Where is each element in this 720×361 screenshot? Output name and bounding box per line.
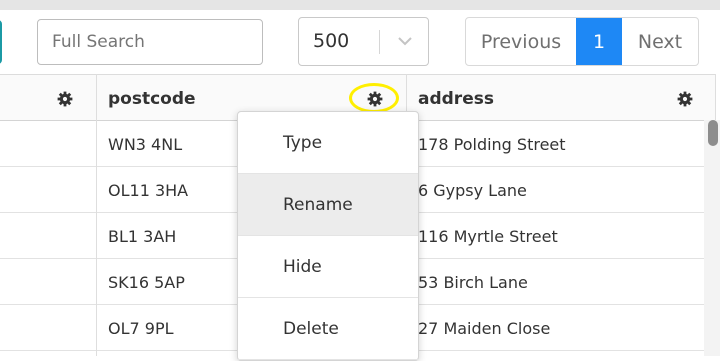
page-size-select[interactable]: 500	[298, 17, 429, 66]
previous-page-button[interactable]: Previous	[466, 18, 576, 65]
search-input[interactable]	[37, 19, 263, 65]
address-cell[interactable]: 27 Maiden Close	[418, 305, 550, 351]
postcode-cell[interactable]: BL1 3AH	[108, 213, 176, 259]
column-divider[interactable]	[96, 74, 97, 356]
menu-item-rename[interactable]: Rename	[238, 174, 418, 236]
gear-icon[interactable]	[677, 91, 693, 107]
gear-highlight-ring	[349, 83, 399, 113]
next-page-button[interactable]: Next	[622, 18, 698, 65]
menu-item-delete[interactable]: Delete	[238, 298, 418, 360]
page-size-value: 500	[313, 30, 350, 52]
scrollbar-thumb[interactable]	[708, 120, 718, 146]
chevron-down-icon[interactable]	[396, 32, 414, 50]
vertical-scrollbar[interactable]	[704, 120, 720, 356]
left-button-edge[interactable]	[0, 20, 2, 64]
address-cell[interactable]: 178 Polding Street	[418, 121, 566, 167]
column-header-postcode[interactable]: postcode	[108, 75, 196, 122]
select-separator	[379, 30, 380, 54]
postcode-cell[interactable]: OL7 9PL	[108, 305, 174, 351]
gear-icon[interactable]	[57, 91, 73, 107]
column-menu: Type Rename Hide Delete	[237, 111, 419, 361]
address-cell[interactable]: 116 Myrtle Street	[418, 213, 558, 259]
address-cell[interactable]: 6 Gypsy Lane	[418, 167, 527, 213]
address-cell[interactable]: 53 Birch Lane	[418, 259, 528, 305]
postcode-cell[interactable]: SK16 5AP	[108, 259, 185, 305]
menu-item-hide[interactable]: Hide	[238, 236, 418, 298]
menu-item-type[interactable]: Type	[238, 112, 418, 174]
postcode-cell[interactable]: WN3 4NL	[108, 121, 182, 167]
current-page-button[interactable]: 1	[576, 18, 622, 65]
pagination: Previous 1 Next	[465, 17, 699, 66]
column-header-address[interactable]: address	[418, 75, 494, 122]
postcode-cell[interactable]: OL11 3HA	[108, 167, 188, 213]
top-bar	[0, 0, 720, 10]
